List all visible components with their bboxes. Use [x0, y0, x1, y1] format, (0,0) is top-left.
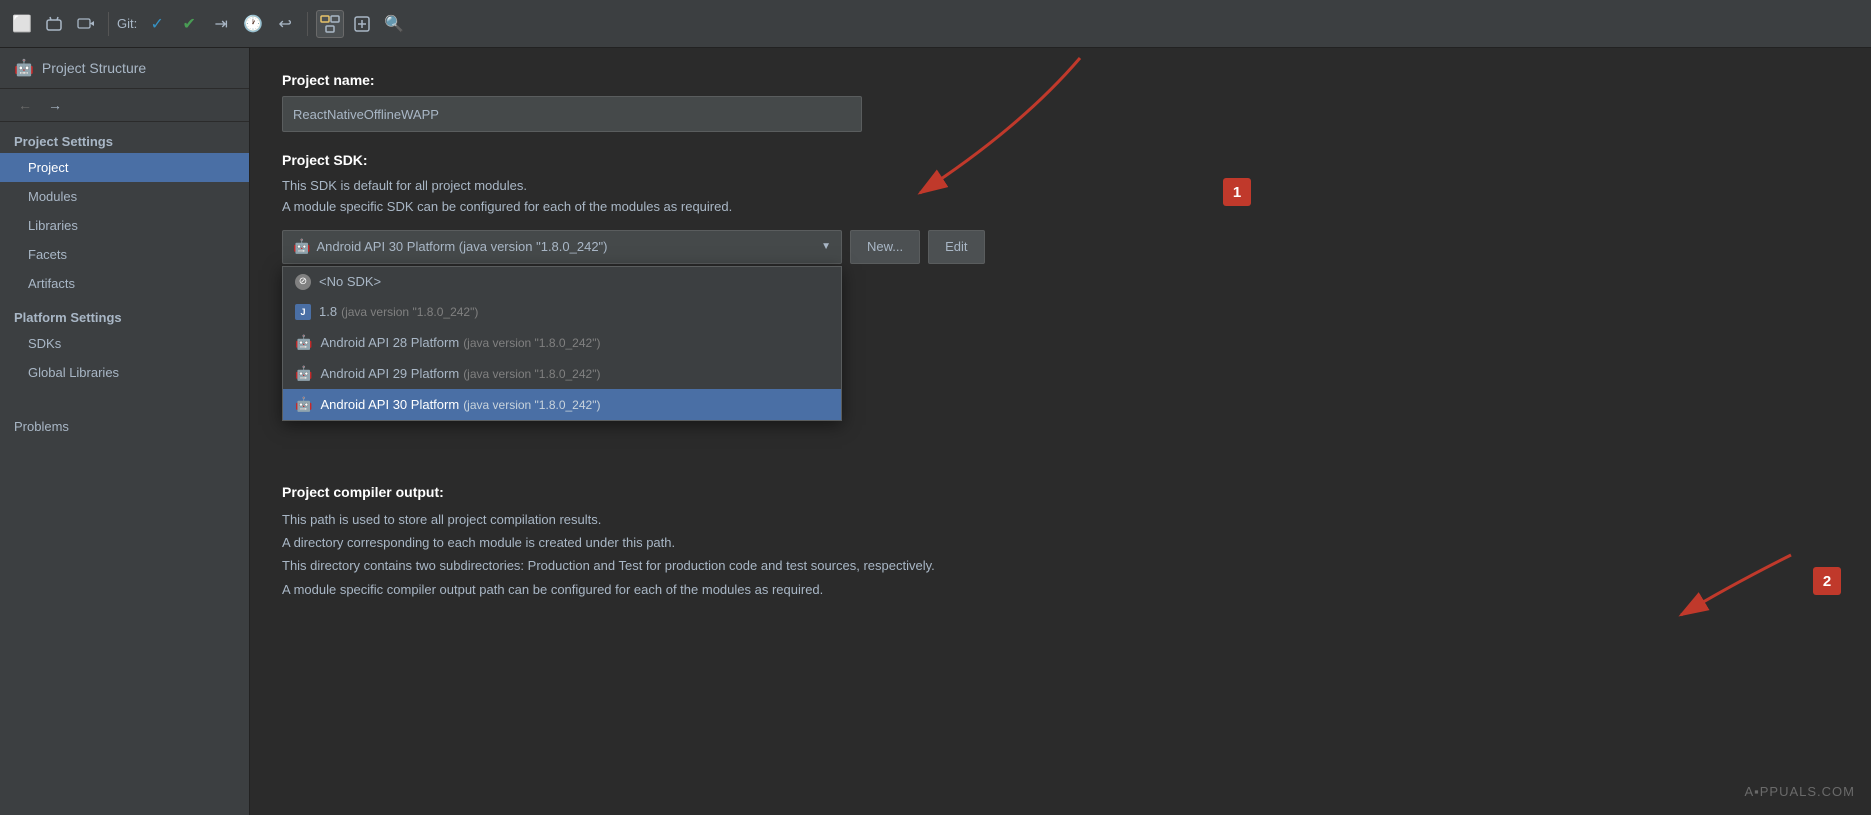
nav-back-arrow[interactable]: ← — [14, 95, 36, 115]
compiler-desc-3: This directory contains two subdirectori… — [282, 558, 935, 573]
sidebar-item-sdks[interactable]: SDKs — [0, 329, 249, 358]
git-green-check-icon[interactable]: ✔ — [175, 10, 203, 38]
android29-main: Android API 29 Platform — [320, 366, 459, 381]
dropdown-item-java18-text: 1.8 (java version "1.8.0_242") — [319, 304, 478, 319]
sidebar: 🤖 Project Structure ← → Project Settings… — [0, 48, 250, 815]
compiler-section: Project compiler output: This path is us… — [282, 484, 1839, 602]
java18-sub: (java version "1.8.0_242") — [341, 305, 478, 319]
sidebar-item-libraries-label: Libraries — [28, 218, 78, 233]
android-logo-icon: 🤖 — [14, 58, 34, 78]
separator-2 — [307, 12, 308, 36]
sidebar-item-libraries[interactable]: Libraries — [0, 211, 249, 240]
project-name-label: Project name: — [282, 72, 1839, 88]
sdk-edit-button[interactable]: Edit — [928, 230, 984, 264]
git-checkmark-icon[interactable]: ✓ — [143, 10, 171, 38]
git-revert-icon[interactable]: ↩ — [271, 10, 299, 38]
sidebar-item-artifacts-label: Artifacts — [28, 276, 75, 291]
project-sdk-label: Project SDK: — [282, 152, 1839, 168]
compiler-output-label: Project compiler output: — [282, 484, 1839, 500]
sdk-android-icon: 🤖 — [293, 238, 310, 255]
sidebar-item-global-libraries-label: Global Libraries — [28, 365, 119, 380]
git-history-icon[interactable]: 🕐 — [239, 10, 267, 38]
dropdown-item-android29-text: Android API 29 Platform (java version "1… — [320, 366, 600, 381]
git-cherry-pick-icon[interactable]: ⇥ — [207, 10, 235, 38]
sdk-desc-line1: This SDK is default for all project modu… — [282, 178, 527, 193]
badge-2: 2 — [1813, 567, 1841, 595]
sidebar-item-problems-label: Problems — [14, 419, 69, 434]
dropdown-item-no-sdk-label: <No SDK> — [319, 274, 381, 289]
android28-main: Android API 28 Platform — [320, 335, 459, 350]
android30-icon: 🤖 — [295, 396, 312, 413]
sidebar-item-modules-label: Modules — [28, 189, 77, 204]
toolbar: ⬜ Git: ✓ ✔ ⇥ 🕐 ↩ 🔍 — [0, 0, 1871, 48]
java18-main: 1.8 — [319, 304, 337, 319]
sdk-selected-text: Android API 30 Platform (java version "1… — [316, 239, 607, 254]
dropdown-item-android30[interactable]: 🤖 Android API 30 Platform (java version … — [283, 389, 841, 420]
android-run-icon[interactable] — [72, 10, 100, 38]
android30-main: Android API 30 Platform — [320, 397, 459, 412]
android28-sub: (java version "1.8.0_242") — [463, 336, 600, 350]
android28-icon: 🤖 — [295, 334, 312, 351]
sidebar-title: Project Structure — [42, 60, 146, 76]
sdk-description: This SDK is default for all project modu… — [282, 176, 1839, 218]
project-structure-icon[interactable] — [316, 10, 344, 38]
nav-forward-arrow[interactable]: → — [44, 95, 66, 115]
sdk-row: 🤖 Android API 30 Platform (java version … — [282, 230, 1839, 264]
compiler-description: This path is used to store all project c… — [282, 508, 1839, 602]
dropdown-item-android28[interactable]: 🤖 Android API 28 Platform (java version … — [283, 327, 841, 358]
android-device-icon[interactable] — [40, 10, 68, 38]
sdk-dropdown-popup: ⊘ <No SDK> J 1.8 (java version "1.8.0_24… — [282, 266, 842, 421]
main-layout: 🤖 Project Structure ← → Project Settings… — [0, 48, 1871, 815]
java-icon: J — [295, 304, 311, 320]
sdk-desc-line2: A module specific SDK can be configured … — [282, 199, 732, 214]
separator-1 — [108, 12, 109, 36]
compiler-desc-1: This path is used to store all project c… — [282, 512, 601, 527]
sdk-dropdown-left: 🤖 Android API 30 Platform (java version … — [293, 238, 608, 255]
dropdown-item-no-sdk[interactable]: ⊘ <No SDK> — [283, 267, 841, 297]
sidebar-item-facets[interactable]: Facets — [0, 240, 249, 269]
content-area: Project name: 1 Project SDK: This SDK is… — [250, 48, 1871, 815]
badge-1: 1 — [1223, 178, 1251, 206]
sidebar-item-modules[interactable]: Modules — [0, 182, 249, 211]
android29-sub: (java version "1.8.0_242") — [463, 367, 600, 381]
sidebar-item-facets-label: Facets — [28, 247, 67, 262]
watermark: A▪PPUALS.COM — [1744, 784, 1855, 799]
sidebar-item-project[interactable]: Project — [0, 153, 249, 182]
search-icon[interactable]: 🔍 — [380, 10, 408, 38]
compiler-desc-2: A directory corresponding to each module… — [282, 535, 675, 550]
project-settings-section: Project Settings — [0, 122, 249, 153]
gradle-icon[interactable] — [348, 10, 376, 38]
sidebar-item-project-label: Project — [28, 160, 68, 175]
sidebar-item-sdks-label: SDKs — [28, 336, 61, 351]
sidebar-item-global-libraries[interactable]: Global Libraries — [0, 358, 249, 387]
dropdown-item-java18[interactable]: J 1.8 (java version "1.8.0_242") — [283, 297, 841, 327]
sdk-dropdown[interactable]: 🤖 Android API 30 Platform (java version … — [282, 230, 842, 264]
no-sdk-icon: ⊘ — [295, 274, 311, 290]
android29-icon: 🤖 — [295, 365, 312, 382]
compiler-desc-4: A module specific compiler output path c… — [282, 582, 823, 597]
sdk-chevron-icon: ▼ — [821, 241, 831, 252]
dropdown-item-android30-text: Android API 30 Platform (java version "1… — [320, 397, 600, 412]
sidebar-item-problems[interactable]: Problems — [0, 407, 249, 438]
android30-sub: (java version "1.8.0_242") — [463, 398, 600, 412]
platform-settings-section: Platform Settings — [0, 298, 249, 329]
sidebar-nav: ← → — [0, 89, 249, 122]
window-icon[interactable]: ⬜ — [8, 10, 36, 38]
git-label: Git: — [117, 16, 137, 31]
project-name-input[interactable] — [282, 96, 862, 132]
dropdown-item-android29[interactable]: 🤖 Android API 29 Platform (java version … — [283, 358, 841, 389]
sidebar-item-artifacts[interactable]: Artifacts — [0, 269, 249, 298]
sdk-new-button[interactable]: New... — [850, 230, 920, 264]
sidebar-header: 🤖 Project Structure — [0, 48, 249, 89]
dropdown-item-android28-text: Android API 28 Platform (java version "1… — [320, 335, 600, 350]
